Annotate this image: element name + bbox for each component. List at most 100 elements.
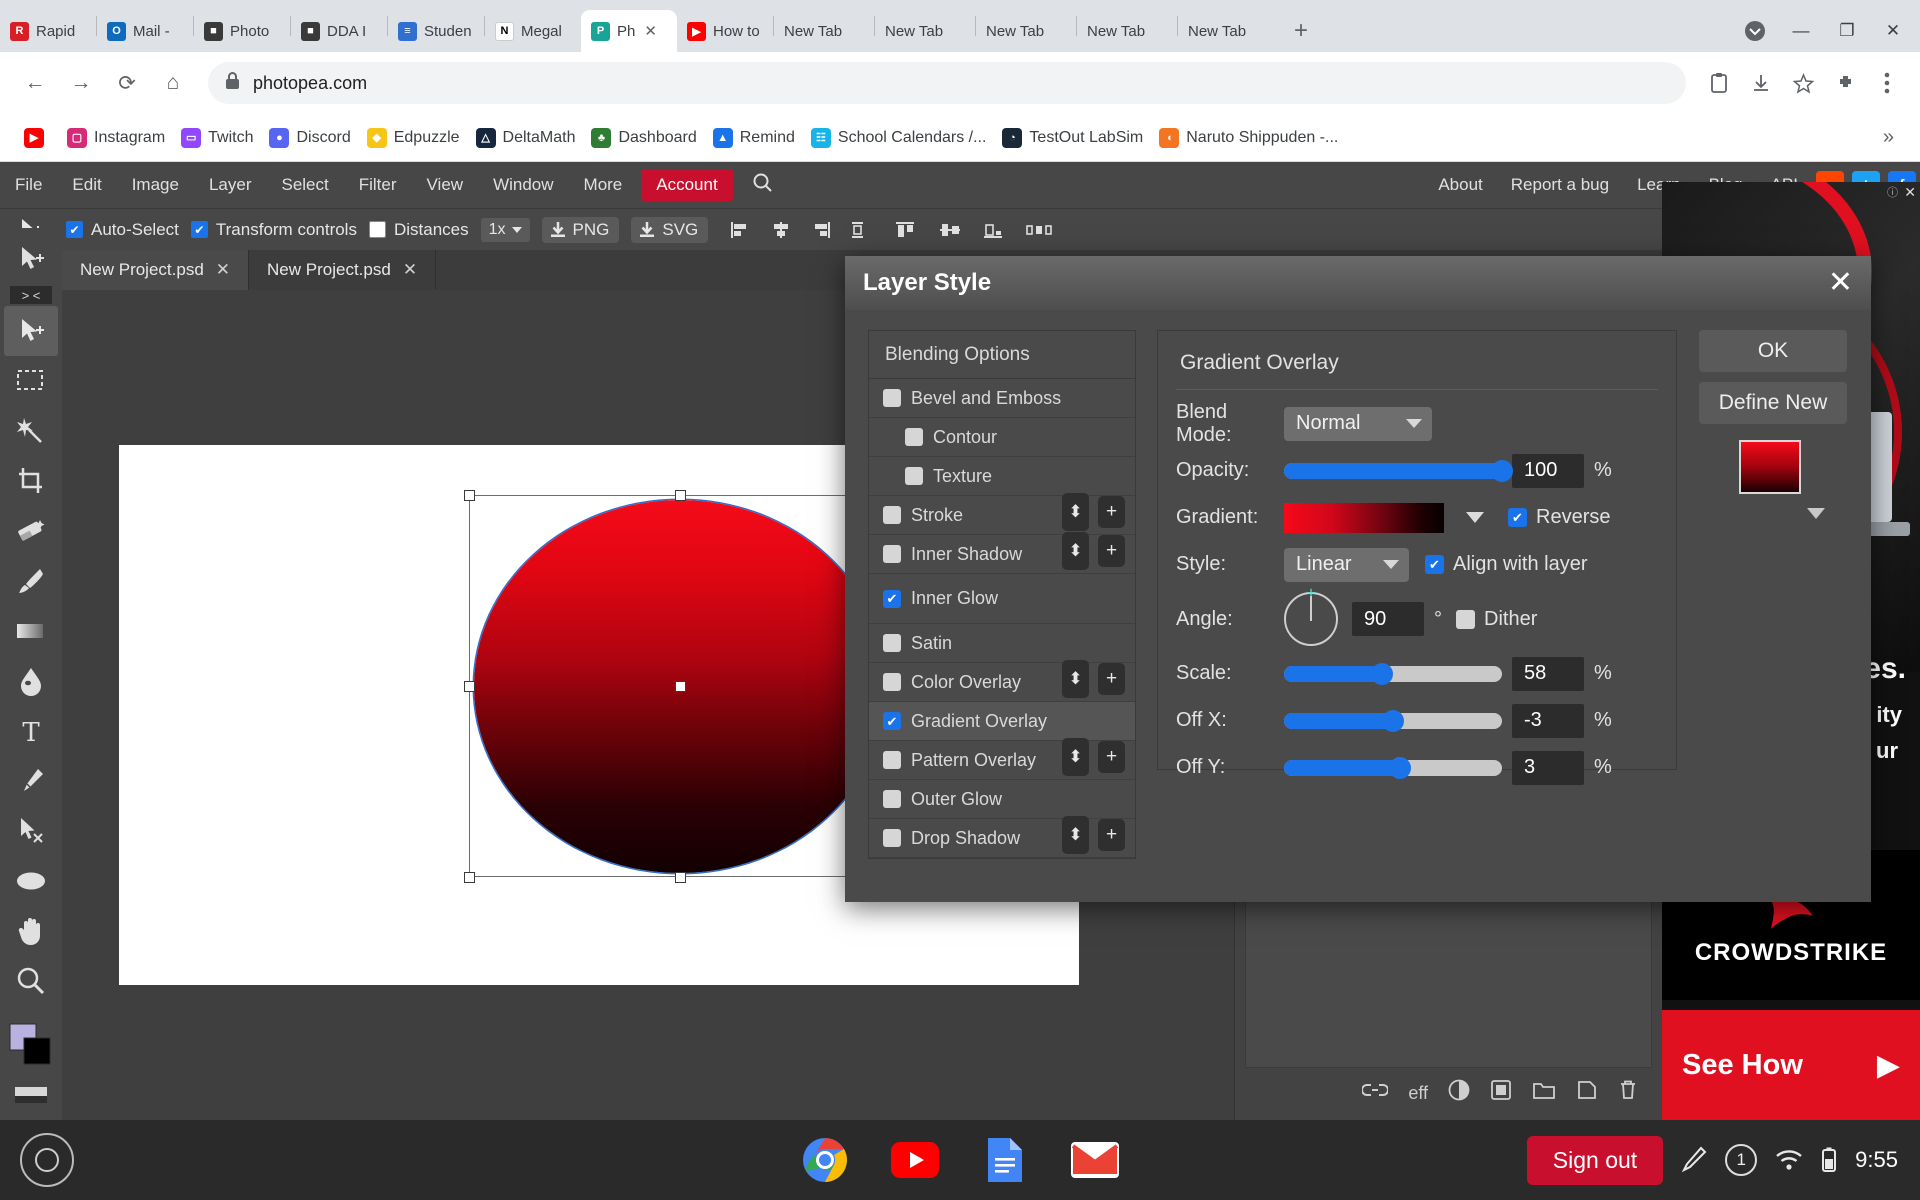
menu-icon[interactable] — [1868, 64, 1906, 102]
document-tab[interactable]: New Project.psd ✕ — [62, 250, 250, 290]
bookmark-item[interactable]: ◔ TestOut LabSim — [994, 124, 1151, 152]
browser-tab[interactable]: New Tab — [1077, 10, 1177, 52]
mask-icon[interactable] — [1448, 1079, 1470, 1107]
trash-icon[interactable] — [1618, 1079, 1638, 1107]
effect-checkbox[interactable] — [883, 634, 901, 652]
gradient-swatch[interactable] — [1284, 502, 1444, 533]
browser-tab[interactable]: R Rapid — [0, 10, 96, 52]
new-layer-icon[interactable] — [1576, 1079, 1598, 1107]
forward-button[interactable]: → — [60, 62, 102, 104]
browser-tab[interactable]: ■ Photo — [194, 10, 290, 52]
download-icon[interactable] — [1742, 64, 1780, 102]
gradient-preset-dropdown-icon[interactable] — [1466, 512, 1484, 523]
opacity-value-field[interactable]: 100 — [1512, 453, 1584, 488]
menu-filter[interactable]: Filter — [344, 169, 412, 201]
tool-crop[interactable] — [4, 456, 58, 506]
tool-brush[interactable] — [4, 556, 58, 606]
browser-tab[interactable]: New Tab — [976, 10, 1076, 52]
menu-about[interactable]: About — [1424, 169, 1496, 201]
account-menu[interactable]: Account — [641, 169, 733, 201]
add-effect-button[interactable]: + — [1098, 535, 1125, 567]
menu-window[interactable]: Window — [478, 169, 568, 201]
opacity-slider[interactable] — [1284, 459, 1513, 482]
browser-tab[interactable]: New Tab — [774, 10, 874, 52]
browser-tab[interactable]: ■ DDA I — [291, 10, 387, 52]
battery-icon[interactable] — [1821, 1147, 1837, 1173]
auto-select-option[interactable]: Auto-Select — [66, 220, 179, 240]
transform-controls-option[interactable]: Transform controls — [190, 220, 357, 240]
browser-tab[interactable]: ▶ How to — [677, 10, 773, 52]
blend-mode-select[interactable]: Normal — [1284, 406, 1432, 441]
document-tab[interactable]: New Project.psd ✕ — [249, 250, 437, 290]
effect-row-texture[interactable]: Texture — [869, 457, 1135, 496]
address-bar[interactable]: photopea.com — [208, 62, 1686, 104]
effect-row-contour[interactable]: Contour — [869, 418, 1135, 457]
bookmark-item[interactable]: ◆ Edpuzzle — [359, 124, 468, 152]
add-effect-button[interactable]: + — [1098, 819, 1125, 851]
menu-image[interactable]: Image — [117, 169, 194, 201]
define-new-button[interactable]: Define New — [1699, 382, 1847, 424]
browser-tab[interactable]: New Tab — [875, 10, 975, 52]
off-x-slider[interactable] — [1284, 709, 1502, 732]
scale-slider[interactable] — [1284, 662, 1502, 685]
extensions-icon[interactable] — [1826, 64, 1864, 102]
tool-eraser[interactable] — [4, 506, 58, 556]
home-button[interactable]: ⌂ — [152, 62, 194, 104]
ad-info-icon[interactable]: ⓘ — [1887, 184, 1898, 200]
effect-checkbox[interactable] — [883, 673, 901, 691]
angle-value-field[interactable]: 90 — [1352, 602, 1424, 636]
effect-checkbox[interactable] — [883, 506, 901, 524]
effect-checkbox[interactable] — [883, 790, 901, 808]
search-icon[interactable] — [737, 166, 788, 204]
gmail-icon[interactable] — [1068, 1133, 1122, 1187]
reorder-button[interactable]: ⬍ — [1062, 816, 1089, 854]
effect-row-inner-shadow[interactable]: Inner Shadow ⬍ + — [869, 532, 1135, 574]
angle-dial[interactable]: + — [1284, 585, 1338, 646]
clipboard-icon[interactable] — [1700, 64, 1738, 102]
distribute-v-icon[interactable] — [1024, 219, 1058, 241]
menu-view[interactable]: View — [412, 169, 479, 201]
new-tab-button[interactable]: + — [1284, 14, 1318, 48]
effect-checkbox[interactable] — [883, 589, 901, 608]
tool-blur[interactable] — [4, 656, 58, 706]
blending-options-header[interactable]: Blending Options — [869, 331, 1135, 379]
bookmark-item[interactable]: ♣ Dashboard — [583, 124, 704, 152]
effect-checkbox[interactable] — [883, 545, 901, 563]
layer-style-dialog[interactable]: Layer Style ✕ Blending Options Bevel and… — [845, 256, 1871, 902]
off-y-slider[interactable] — [1284, 756, 1502, 779]
tool-ellipse[interactable] — [4, 856, 58, 906]
effect-row-outer-glow[interactable]: Outer Glow — [869, 780, 1135, 819]
slider-knob[interactable] — [1371, 662, 1394, 685]
transform-handle-ml[interactable] — [464, 681, 475, 692]
bookmark-item[interactable]: ▢ Instagram — [59, 124, 173, 152]
launcher-icon[interactable] — [20, 1133, 74, 1187]
reorder-button[interactable]: ⬍ — [1062, 493, 1089, 531]
effect-checkbox[interactable] — [905, 428, 923, 446]
close-window-button[interactable]: ✕ — [1870, 10, 1916, 52]
add-effect-button[interactable]: + — [1098, 741, 1125, 773]
effect-row-color-overlay[interactable]: Color Overlay ⬍ + — [869, 660, 1135, 702]
export-png-button[interactable]: PNG — [541, 216, 620, 243]
effect-row-inner-glow[interactable]: Inner Glow — [869, 574, 1135, 624]
tool-hand[interactable] — [4, 906, 58, 956]
tool-rect-select[interactable] — [4, 356, 58, 406]
browser-tab[interactable]: P Ph ✕ — [581, 10, 677, 52]
transform-handle-tl[interactable] — [464, 490, 475, 501]
align-center-v-icon[interactable] — [936, 219, 966, 241]
sign-out-button[interactable]: Sign out — [1526, 1135, 1664, 1185]
eff-label[interactable]: eff — [1408, 1083, 1428, 1104]
link-icon[interactable] — [1361, 1082, 1390, 1104]
browser-tab[interactable]: O Mail - — [97, 10, 193, 52]
slider-knob[interactable] — [1388, 756, 1411, 779]
stylus-icon[interactable] — [1681, 1146, 1707, 1174]
tool-move-top[interactable] — [4, 234, 58, 284]
toolbar-divider[interactable]: > < — [10, 286, 52, 304]
blending-options-list[interactable]: Blending Options Bevel and Emboss Contour… — [868, 330, 1136, 859]
align-bottom-icon[interactable] — [980, 219, 1010, 241]
effect-checkbox[interactable] — [883, 712, 901, 730]
quick-mask-toggle[interactable] — [4, 1070, 58, 1120]
off-y-value-field[interactable]: 3 — [1512, 750, 1584, 785]
slider-knob[interactable] — [1491, 459, 1513, 482]
chrome-icon[interactable] — [798, 1133, 852, 1187]
tool-zoom[interactable] — [4, 956, 58, 1006]
